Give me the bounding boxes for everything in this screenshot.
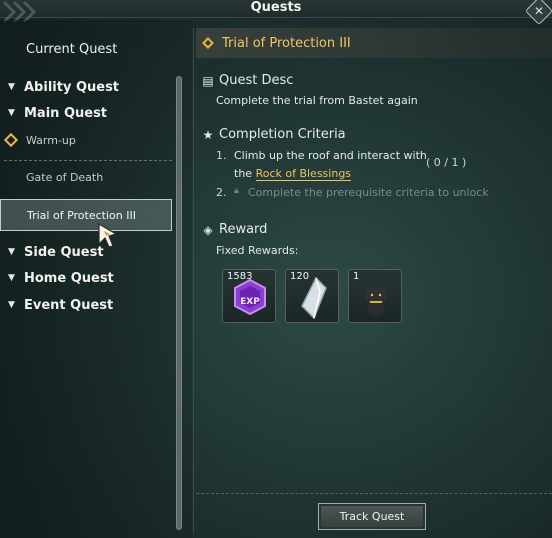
- category-ability-quest[interactable]: ▼ Ability Quest: [0, 76, 172, 98]
- panel-divider: [193, 28, 194, 533]
- scroll-icon: ▤: [202, 73, 214, 88]
- criteria-progress: ( 0 / 1 ): [426, 156, 467, 169]
- criteria-text: Climb up the roof and interact with: [234, 149, 427, 162]
- category-home-quest[interactable]: ▼ Home Quest: [0, 267, 172, 289]
- section-title: Quest Desc: [219, 73, 294, 88]
- window-title: Quests: [250, 0, 302, 15]
- category-label: Ability Quest: [24, 79, 120, 95]
- reward-count: 1: [353, 271, 360, 282]
- reward-header: ◈ Reward: [202, 222, 267, 237]
- criteria-number: 2.: [216, 186, 227, 199]
- reward-slot-crystal[interactable]: 120: [285, 269, 339, 323]
- criteria-item-2: 2. 🔒︎ Complete the prerequisite criteria…: [216, 186, 489, 199]
- quest-category-sidebar: Current Quest ▼ Ability Quest ▼ Main Que…: [0, 20, 192, 538]
- close-button[interactable]: ✕: [524, 0, 552, 26]
- quest-item-label: Warm-up: [26, 133, 76, 147]
- category-label: Event Quest: [24, 297, 114, 313]
- quest-desc-header: ▤ Quest Desc: [202, 73, 293, 88]
- category-main-quest[interactable]: ▼ Main Quest: [0, 102, 172, 124]
- chevron-down-icon: ▼: [8, 108, 15, 118]
- quest-item-gate-of-death[interactable]: Gate of Death: [0, 166, 172, 188]
- category-label: Main Quest: [24, 105, 108, 121]
- quest-item-trial-of-protection[interactable]: Trial of Protection III: [0, 199, 172, 231]
- criteria-item-1: 1. Climb up the roof and interact with: [216, 149, 427, 162]
- sidebar-scrollbar[interactable]: [176, 76, 182, 530]
- fixed-rewards-label: Fixed Rewards:: [216, 244, 299, 257]
- category-side-quest[interactable]: ▼ Side Quest: [0, 241, 172, 263]
- reward-count: 120: [290, 271, 310, 282]
- reward-slot-exp[interactable]: EXP 1583: [222, 269, 276, 323]
- active-quest-diamond-icon: [3, 132, 19, 148]
- reward-icon: ◈: [203, 222, 213, 237]
- category-event-quest[interactable]: ▼ Event Quest: [0, 294, 172, 316]
- quest-detail-panel: Trial of Protection III ▤ Quest Desc Com…: [196, 28, 552, 538]
- chevron-down-icon: ▼: [8, 273, 15, 283]
- reward-count: 1583: [227, 271, 253, 282]
- quest-item-warm-up[interactable]: Warm-up: [0, 129, 172, 151]
- chevron-down-icon: ▼: [8, 300, 15, 310]
- criteria-text: the: [234, 167, 256, 180]
- track-quest-button[interactable]: Track Quest: [318, 503, 426, 530]
- criteria-item-1-line2: the Rock of Blessings: [234, 167, 352, 181]
- svg-text:EXP: EXP: [240, 297, 260, 307]
- star-icon: ★: [202, 127, 214, 142]
- quest-diamond-icon: [202, 37, 214, 49]
- chevron-down-icon: ▼: [8, 82, 15, 92]
- mouse-cursor-icon: [98, 222, 118, 248]
- quest-item-label: Trial of Protection III: [27, 208, 136, 222]
- section-title: Completion Criteria: [219, 127, 346, 142]
- criteria-text: Complete the prerequisite criteria to un…: [248, 186, 489, 199]
- divider: [196, 493, 552, 494]
- category-label: Side Quest: [24, 244, 104, 260]
- quest-item-label: Gate of Death: [26, 170, 104, 184]
- criteria-number: 1.: [216, 149, 227, 162]
- current-quest-tab[interactable]: Current Quest: [26, 38, 172, 60]
- chevron-down-icon: ▼: [8, 247, 15, 257]
- quest-description: Complete the trial from Bastet again: [216, 94, 418, 107]
- lock-icon: 🔒︎: [234, 186, 239, 196]
- section-title: Reward: [219, 222, 268, 237]
- category-label: Home Quest: [24, 270, 114, 286]
- rock-of-blessings-link[interactable]: Rock of Blessings: [255, 167, 352, 181]
- quest-header: Trial of Protection III: [196, 28, 552, 58]
- completion-criteria-header: ★ Completion Criteria: [202, 127, 346, 142]
- close-icon[interactable]: ✕: [524, 0, 552, 26]
- reward-slot-cat-figure[interactable]: 1: [348, 269, 402, 323]
- divider: [4, 160, 172, 161]
- quest-title: Trial of Protection III: [222, 35, 351, 51]
